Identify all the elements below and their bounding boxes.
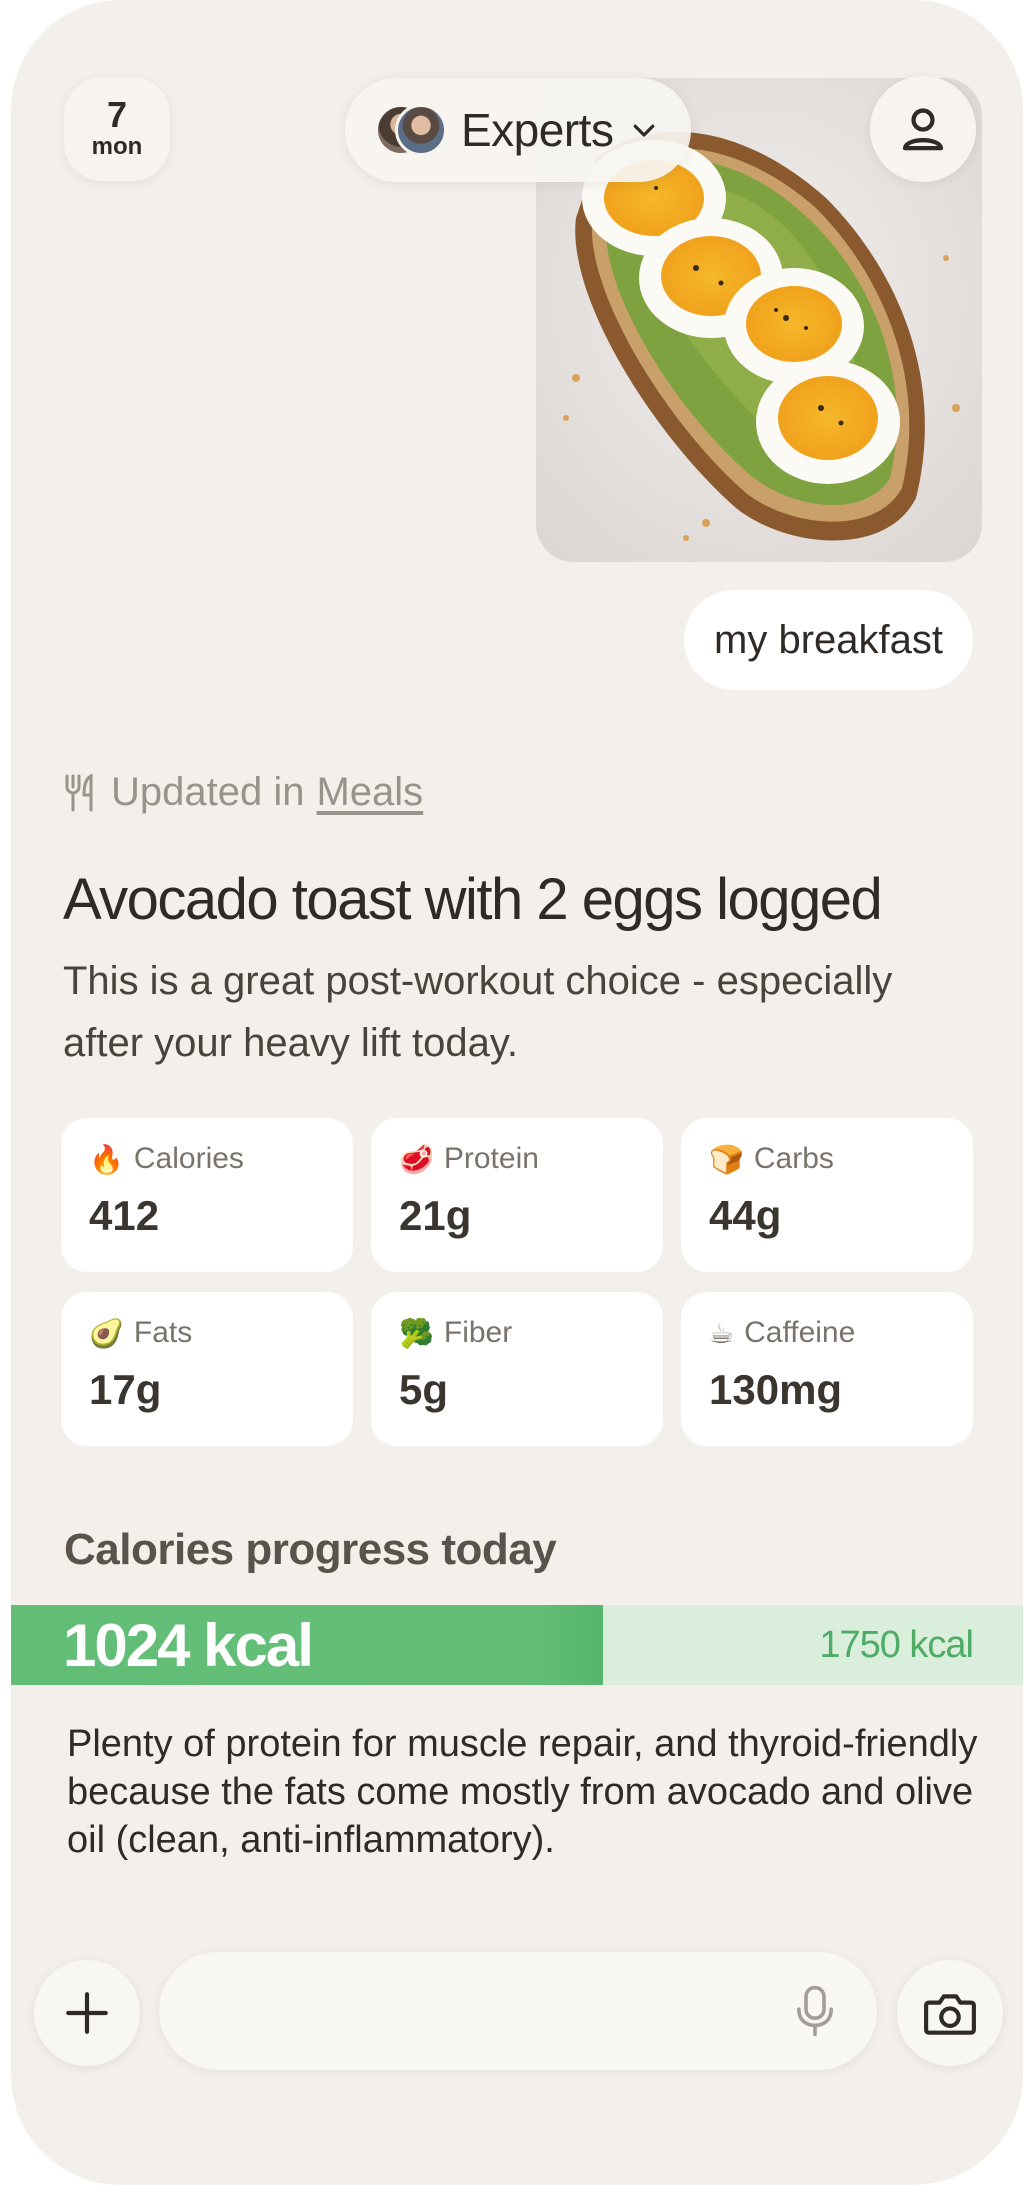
nutrient-card-calories: 🔥 Calories 412 [61,1118,353,1272]
avatar [395,104,447,156]
coffee-icon: ☕ [709,1316,735,1350]
user-message-text: my breakfast [714,617,943,662]
nutrient-value: 17g [89,1366,162,1413]
app-screen: 7 mon Experts my breakfast Updated in Me… [11,0,1023,2185]
nutrient-value: 44g [709,1192,782,1239]
nutrient-card-fats: 🥑 Fats 17g [61,1292,353,1446]
meal-subtitle: This is a great post-workout choice - es… [63,959,893,1065]
nutrient-card-caffeine: ☕ Caffeine 130mg [681,1292,973,1446]
calories-goal: 1750 kcal [819,1623,974,1666]
profile-button[interactable] [870,76,976,182]
meal-title: Avocado toast with 2 eggs logged [63,867,883,932]
nutrient-label: Protein [443,1142,539,1175]
nutrient-value: 412 [89,1192,160,1239]
bread-icon: 🍞 [709,1142,744,1176]
nutrient-label: Caffeine [744,1316,856,1349]
nutrient-value: 5g [399,1366,449,1413]
nutrient-label: Carbs [753,1142,834,1175]
camera-icon [924,1994,976,2035]
nutrient-grid: 🔥 Calories 412 🥩 Protein 21g 🍞 Carbs 44g 🥑 F… [61,1118,985,1446]
nutrient-card-protein: 🥩 Protein 21g [371,1118,663,1272]
calories-consumed: 1024 kcal [63,1611,314,1679]
nutrient-label: Fats [133,1316,193,1349]
microphone-button[interactable] [793,1983,837,2039]
nutrient-label: Calories [133,1142,244,1175]
nutrient-label: Fiber [443,1316,513,1349]
updated-prefix: Updated in [111,770,305,814]
nutrient-value: 130mg [709,1366,843,1413]
nutrient-card-fiber: 🥦 Fiber 5g [371,1292,663,1446]
date-number: 7 [106,94,128,135]
nutrient-card-carbs: 🍞 Carbs 44g [681,1118,973,1272]
chevron-down-icon [634,124,655,137]
message-composer[interactable] [159,1952,877,2070]
calories-progress-fill: 1024 kcal [11,1605,604,1685]
nutrient-value: 21g [399,1192,472,1239]
meat-icon: 🥩 [399,1142,434,1176]
microphone-icon [797,1985,833,2037]
meals-link[interactable]: Meals [316,770,423,815]
updated-in-meals: Updated in Meals [63,770,423,815]
expert-avatars [375,104,447,156]
message-input[interactable] [199,1990,793,2032]
fire-icon: 🔥 [89,1142,124,1176]
add-button[interactable] [34,1960,140,2066]
camera-button[interactable] [897,1960,1003,2066]
broccoli-icon: 🥦 [399,1316,434,1350]
date-weekday: mon [91,133,143,160]
calories-progress-bar: 1024 kcal 1750 kcal [11,1605,1023,1685]
user-message-bubble: my breakfast [684,590,973,690]
assistant-note: Plenty of protein for muscle repair, and… [67,1723,978,1861]
user-icon [902,108,944,151]
date-chip[interactable]: 7 mon [64,77,170,181]
plus-icon [66,1992,108,2034]
avocado-icon: 🥑 [89,1316,124,1350]
fork-knife-icon [65,773,93,811]
progress-title: Calories progress today [64,1525,557,1574]
experts-dropdown[interactable]: Experts [345,78,691,182]
experts-label: Experts [461,104,614,156]
